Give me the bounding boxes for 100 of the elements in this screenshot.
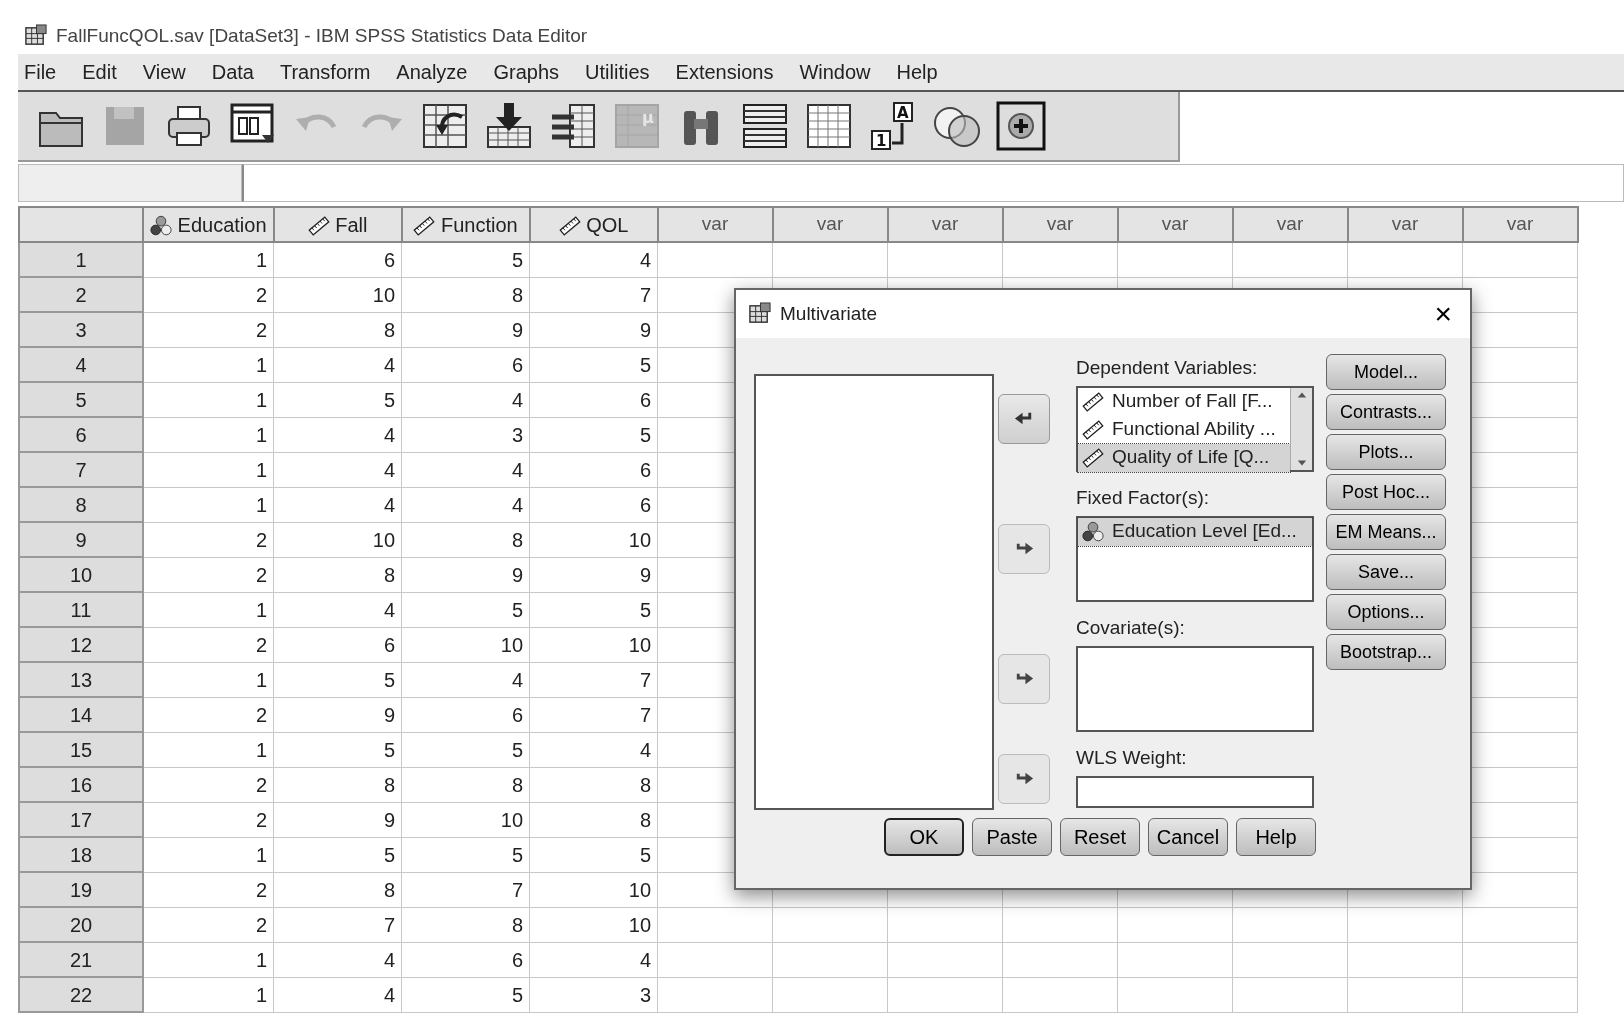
table-cell: 6 xyxy=(273,242,402,277)
row-header[interactable]: 8 xyxy=(19,487,143,522)
row-header[interactable]: 17 xyxy=(19,802,143,837)
menu-item[interactable]: Data xyxy=(205,57,274,87)
dialog-button[interactable]: Reset xyxy=(1060,818,1140,856)
row-header[interactable]: 3 xyxy=(19,312,143,347)
column-header[interactable]: var xyxy=(657,207,773,242)
list-item[interactable]: Number of Fall [F... xyxy=(1078,387,1290,416)
dialog-button[interactable]: Options... xyxy=(1326,594,1446,630)
table-cell: 2 xyxy=(143,557,274,592)
dialog-button[interactable]: Plots... xyxy=(1326,434,1446,470)
dialog-button[interactable]: Cancel xyxy=(1148,818,1228,856)
table-cell: 4 xyxy=(401,382,530,417)
list-item[interactable]: Functional Ability ... xyxy=(1078,415,1290,444)
column-header[interactable]: Fall xyxy=(273,207,402,242)
circles-icon xyxy=(150,215,172,238)
app-icon xyxy=(748,302,772,326)
row-header[interactable]: 16 xyxy=(19,767,143,802)
dialog-button[interactable]: Bootstrap... xyxy=(1326,634,1446,670)
table-cell: 5 xyxy=(401,592,530,627)
column-header[interactable]: var xyxy=(1002,207,1118,242)
table-cell: 1 xyxy=(143,592,274,627)
split-table-icon[interactable] xyxy=(740,101,790,151)
row-header[interactable]: 21 xyxy=(19,942,143,977)
table-cell: 1 xyxy=(143,977,274,1012)
row-header[interactable]: 9 xyxy=(19,522,143,557)
table-cell: 2 xyxy=(143,312,274,347)
table-cell: 6 xyxy=(529,487,658,522)
dialog-button[interactable]: EM Means... xyxy=(1326,514,1446,550)
row-header[interactable]: 13 xyxy=(19,662,143,697)
column-header[interactable]: var xyxy=(887,207,1003,242)
table-cell: 2 xyxy=(143,802,274,837)
table-cell: 1 xyxy=(143,942,274,977)
menu-item[interactable]: Help xyxy=(890,57,958,87)
list-item[interactable]: Quality of Life [Q... xyxy=(1078,443,1290,472)
row-header[interactable]: 2 xyxy=(19,277,143,312)
cell-name-field[interactable] xyxy=(18,164,242,202)
column-header[interactable]: var xyxy=(1117,207,1233,242)
column-header[interactable]: var xyxy=(1232,207,1348,242)
row-header[interactable]: 7 xyxy=(19,452,143,487)
row-header[interactable]: 14 xyxy=(19,697,143,732)
cell-editor-field[interactable] xyxy=(242,164,1624,202)
table-cell: 7 xyxy=(529,662,658,697)
table-cell: 6 xyxy=(401,697,530,732)
table-down-arrow-icon[interactable] xyxy=(484,101,534,151)
row-header[interactable]: 15 xyxy=(19,732,143,767)
table-cell: 10 xyxy=(529,872,658,907)
close-button[interactable]: × xyxy=(1428,299,1458,329)
row-header[interactable]: 10 xyxy=(19,557,143,592)
table-cell: 2 xyxy=(143,522,274,557)
menu-item[interactable]: Transform xyxy=(273,57,391,87)
menu-item[interactable]: Edit xyxy=(76,57,137,87)
menu-item[interactable]: Graphs xyxy=(487,57,580,87)
target-list[interactable] xyxy=(1076,645,1314,732)
dialog-button[interactable]: OK xyxy=(884,818,964,856)
dialog-button[interactable]: Paste xyxy=(972,818,1052,856)
row-header[interactable]: 22 xyxy=(19,977,143,1012)
row-header[interactable]: 1 xyxy=(19,242,143,277)
column-header[interactable]: var xyxy=(772,207,888,242)
table-cell: 7 xyxy=(529,697,658,732)
row-header[interactable]: 4 xyxy=(19,347,143,382)
dialog-button[interactable]: Model... xyxy=(1326,354,1446,390)
row-header[interactable]: 20 xyxy=(19,907,143,942)
menu-item[interactable]: Extensions xyxy=(669,57,794,87)
dialog-button[interactable]: Contrasts... xyxy=(1326,394,1446,430)
target-list[interactable]: Education Level [Ed... xyxy=(1076,515,1314,602)
move-arrow-button[interactable] xyxy=(998,394,1050,444)
row-header[interactable]: 19 xyxy=(19,872,143,907)
dialog-title: Multivariate xyxy=(780,301,878,326)
column-header[interactable]: QOL xyxy=(529,207,658,242)
row-header[interactable]: 11 xyxy=(19,592,143,627)
column-header[interactable]: Function xyxy=(401,207,530,242)
column-header[interactable]: var xyxy=(1462,207,1578,242)
row-header[interactable]: 18 xyxy=(19,837,143,872)
table-cell: 7 xyxy=(273,907,402,942)
scrollbar[interactable] xyxy=(1290,387,1312,470)
variable-list[interactable] xyxy=(754,374,994,810)
dialog-button[interactable]: Save... xyxy=(1326,554,1446,590)
menu-item[interactable]: Analyze xyxy=(390,57,488,87)
table-cell: 4 xyxy=(529,732,658,767)
list-item[interactable]: Education Level [Ed... xyxy=(1078,517,1312,546)
table-cell: 5 xyxy=(401,242,530,277)
row-header[interactable]: 6 xyxy=(19,417,143,452)
column-header[interactable]: var xyxy=(1347,207,1463,242)
input-field[interactable] xyxy=(1076,775,1314,808)
table-cell: 1 xyxy=(143,382,274,417)
target-list[interactable]: Number of Fall [F... Functional Ability ... Quality of Life [Q... xyxy=(1076,385,1314,472)
menu-item[interactable]: Utilities xyxy=(579,57,670,87)
row-header[interactable]: 12 xyxy=(19,627,143,662)
menu-item[interactable]: View xyxy=(136,57,206,87)
dialog-button[interactable]: Post Hoc... xyxy=(1326,474,1446,510)
row-header[interactable]: 5 xyxy=(19,382,143,417)
grid-icon[interactable] xyxy=(804,101,854,151)
column-header[interactable]: Education xyxy=(143,207,274,242)
dialog-button[interactable]: Help xyxy=(1236,818,1316,856)
table-arrow-icon[interactable] xyxy=(420,101,470,151)
table-cell: 4 xyxy=(529,242,658,277)
table-cell: 1 xyxy=(143,732,274,767)
menu-item[interactable]: Window xyxy=(793,57,891,87)
menu-item[interactable]: File xyxy=(18,57,77,87)
